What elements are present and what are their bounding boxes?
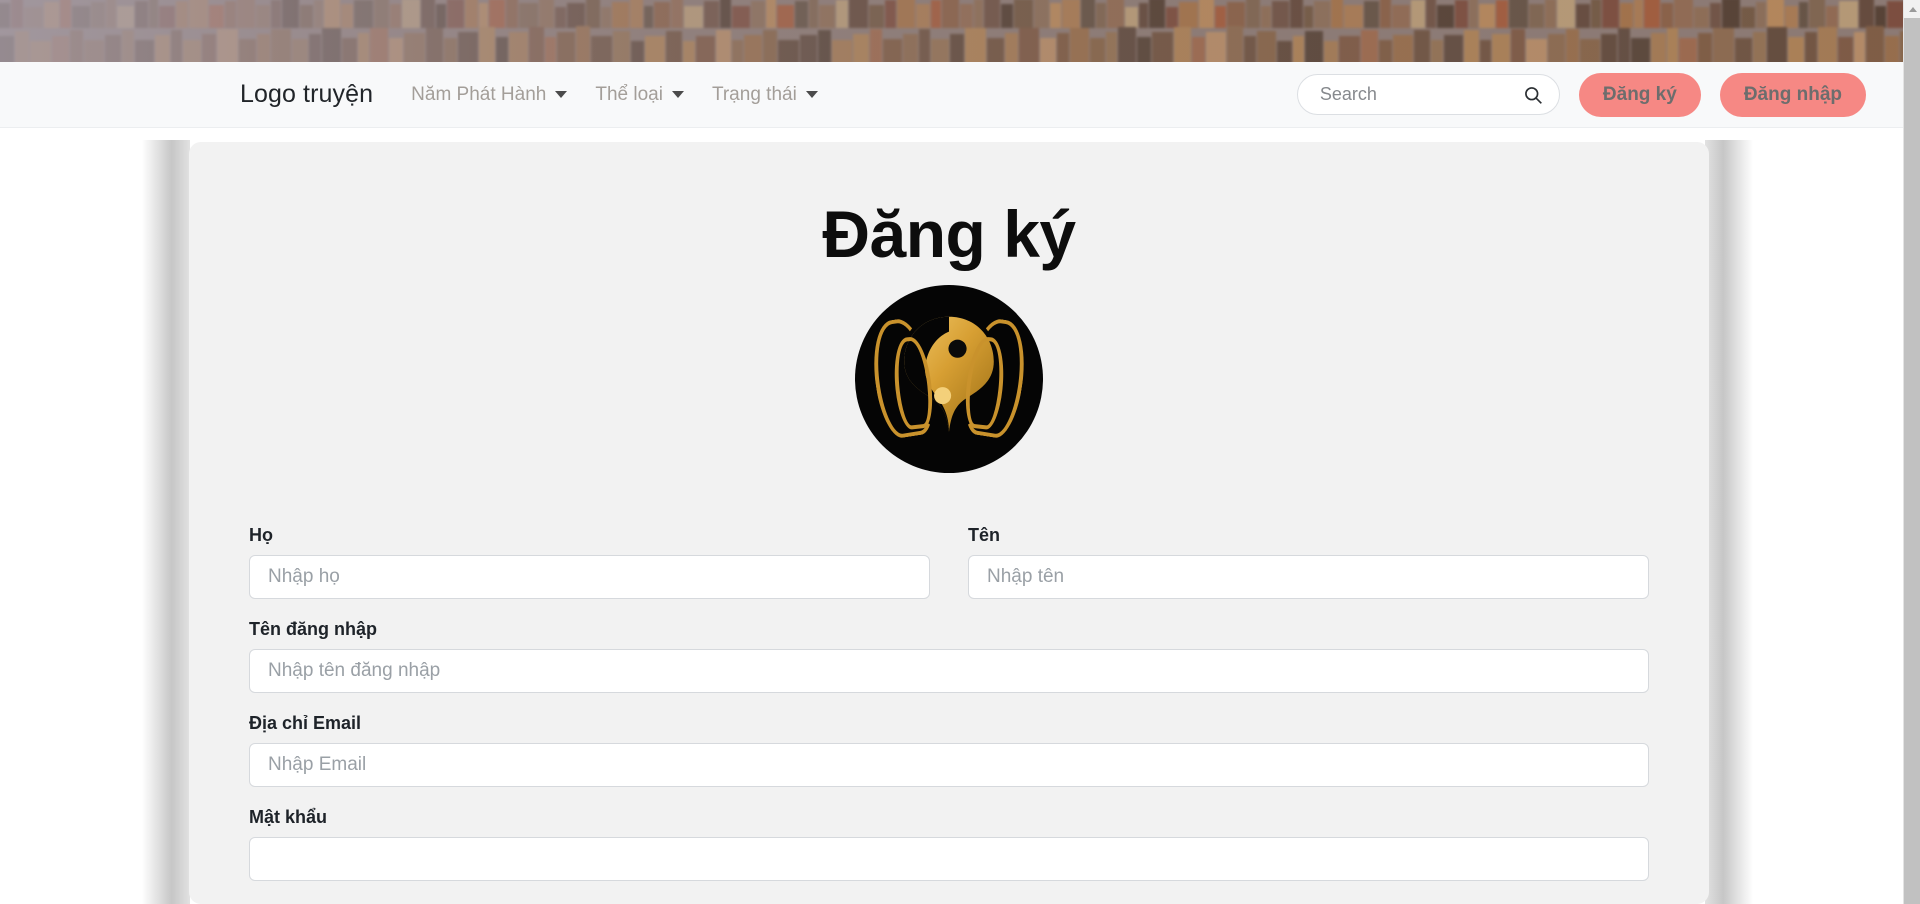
label-email: Địa chỉ Email (249, 712, 362, 733)
page-title: Đăng ký (822, 197, 1076, 271)
banner-overlay (0, 0, 1903, 62)
label-last-name: Họ (249, 524, 273, 545)
nav-menu: Năm Phát Hành Thể loại Trạng thái (397, 78, 832, 112)
field-group-first-name: Tên (968, 525, 1649, 599)
first-name-input[interactable] (968, 554, 1649, 599)
label-first-name: Tên (968, 524, 1001, 545)
search-input[interactable] (1296, 74, 1560, 115)
nav-item-label: Trạng thái (711, 83, 797, 105)
password-input[interactable] (249, 836, 1649, 881)
nav-item-label: Năm Phát Hành (411, 83, 547, 105)
nav-item-label: Thể loại (595, 83, 663, 105)
card-shadow-right (1705, 140, 1753, 904)
name-row: Họ Tên (249, 525, 1649, 619)
brand-logo-text[interactable]: Logo truyện (240, 80, 373, 109)
navbar: Logo truyện Năm Phát Hành Thể loại Trạng… (0, 62, 1903, 128)
chevron-down-icon (555, 91, 568, 98)
last-name-input[interactable] (249, 554, 930, 599)
register-card: Đăng ký Họ Nhập họ Tên Nhập tên Tên đăng… (189, 142, 1709, 904)
login-button[interactable]: Đăng nhập (1719, 72, 1866, 117)
register-button[interactable]: Đăng ký (1578, 72, 1701, 117)
nav-item-release-year[interactable]: Năm Phát Hành (397, 78, 581, 112)
chevron-up-icon[interactable] (1904, 0, 1920, 18)
field-group-last-name: Họ (249, 525, 930, 599)
scrollbar-thumb[interactable] (1904, 18, 1920, 904)
label-password: Mật khẩu (249, 806, 328, 827)
logo-container (189, 284, 1709, 473)
email-input[interactable] (249, 742, 1649, 787)
navbar-right-group: Đăng ký Đăng nhập (1296, 72, 1866, 117)
chevron-down-icon (671, 91, 684, 98)
page-root: Logo truyện Năm Phát Hành Thể loại Trạng… (0, 0, 1920, 904)
nav-item-status[interactable]: Trạng thái (698, 78, 832, 112)
search-box (1296, 74, 1560, 115)
field-group-email: Địa chỉ Email (249, 713, 1649, 787)
username-input[interactable] (249, 648, 1649, 693)
yin-yang-hands-logo-icon (855, 284, 1043, 473)
label-username: Tên đăng nhập (249, 618, 377, 639)
header-banner-image (0, 0, 1903, 62)
chevron-down-icon (805, 91, 818, 98)
nav-item-genre[interactable]: Thể loại (581, 78, 698, 112)
vertical-scrollbar[interactable] (1903, 0, 1920, 904)
card-shadow-left (142, 140, 190, 904)
register-form: Họ Tên Tên đăng nhập Địa chỉ Email Mật k… (249, 525, 1649, 881)
field-group-password: Mật khẩu (249, 807, 1649, 881)
field-group-username: Tên đăng nhập (249, 619, 1649, 693)
